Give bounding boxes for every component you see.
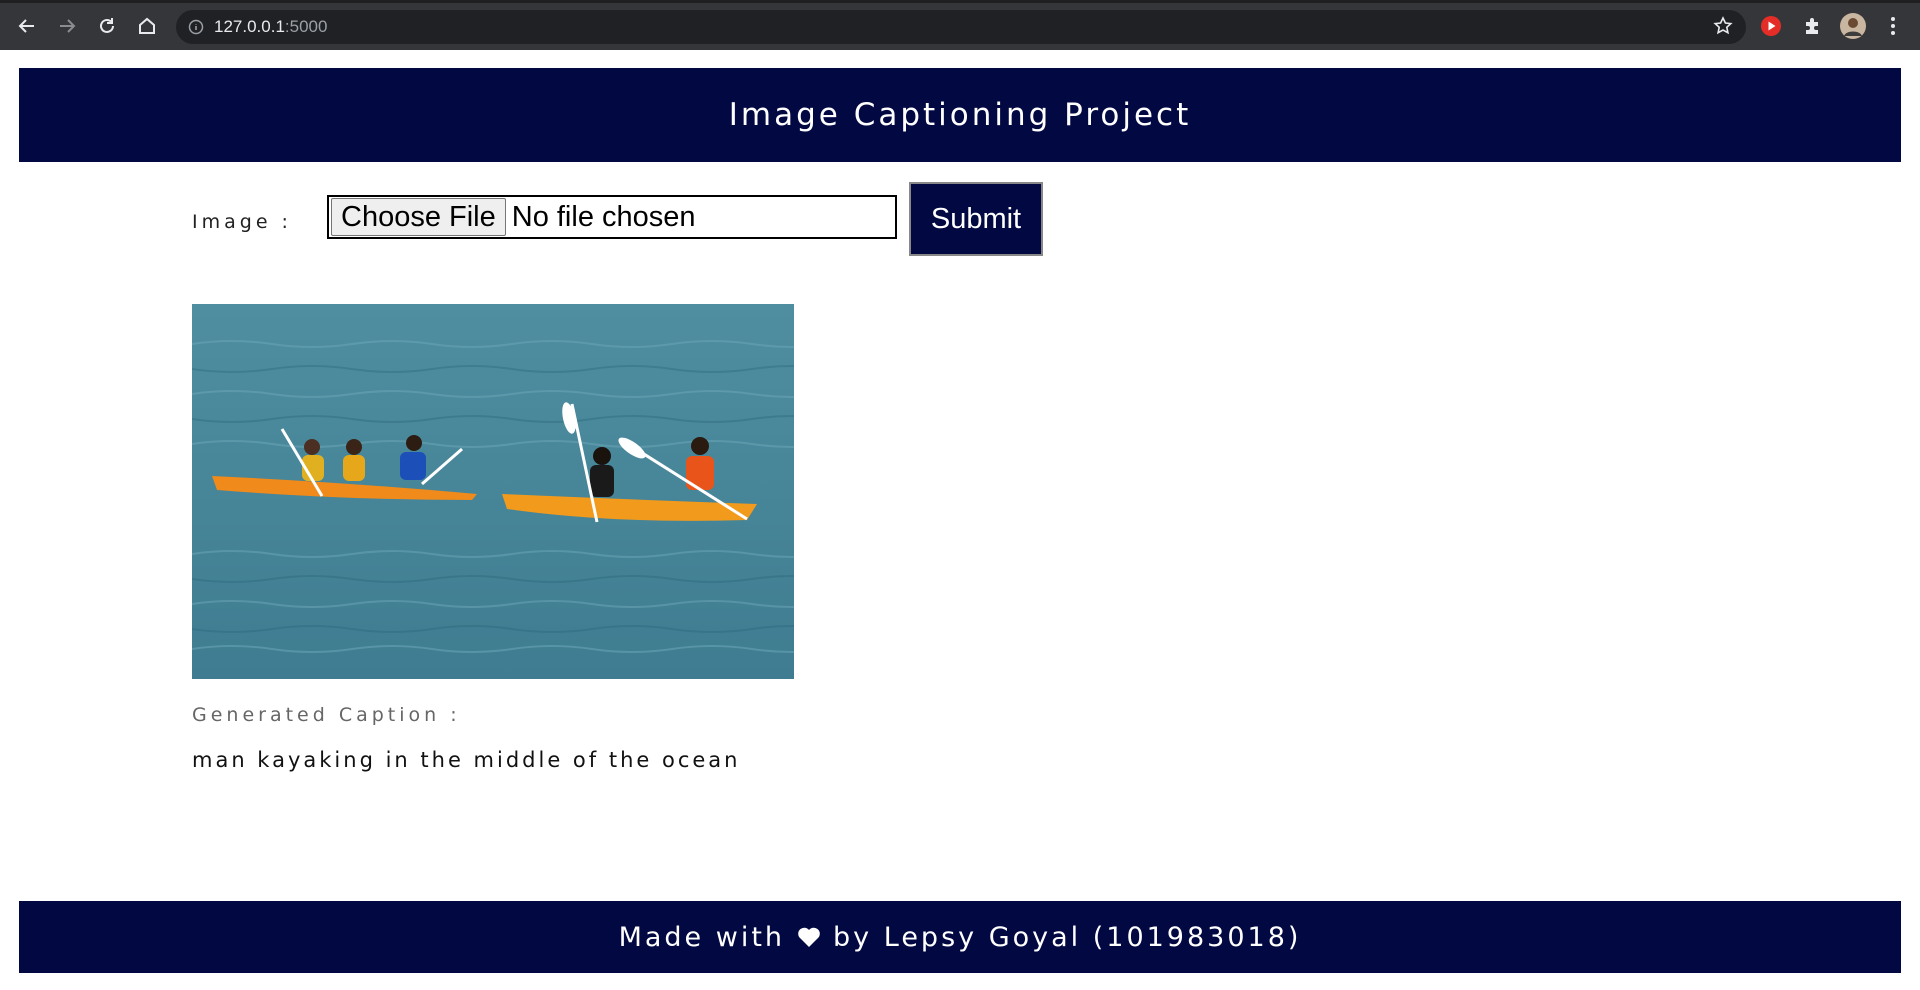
submit-button[interactable]: Submit bbox=[909, 182, 1043, 256]
generated-caption: man kayaking in the middle of the ocean bbox=[192, 748, 741, 772]
footer-text-before: Made with bbox=[618, 921, 786, 953]
heart-icon bbox=[798, 927, 820, 947]
extensions-button[interactable] bbox=[1797, 11, 1827, 41]
profile-avatar bbox=[1840, 13, 1866, 39]
youtube-extension-icon bbox=[1761, 16, 1781, 36]
image-label: Image : bbox=[192, 211, 292, 233]
browser-toolbar: 127.0.0.1:5000 bbox=[0, 0, 1920, 50]
kayak-photo bbox=[192, 304, 794, 679]
forward-button[interactable] bbox=[52, 11, 82, 41]
star-icon bbox=[1713, 16, 1733, 35]
reload-button[interactable] bbox=[92, 11, 122, 41]
youtube-extension-button[interactable] bbox=[1756, 11, 1786, 41]
page-footer: Made with by Lepsy Goyal (101983018) bbox=[19, 901, 1901, 973]
choose-file-button[interactable]: Choose File bbox=[331, 198, 506, 236]
uploaded-image bbox=[192, 304, 794, 679]
extensions-icon bbox=[1806, 18, 1818, 34]
forward-icon bbox=[60, 19, 76, 33]
back-icon bbox=[18, 19, 34, 33]
page-title: Image Captioning Project bbox=[728, 97, 1192, 133]
profile-button[interactable] bbox=[1838, 11, 1868, 41]
info-icon bbox=[188, 19, 204, 35]
bookmark-button[interactable] bbox=[1708, 11, 1738, 41]
back-button[interactable] bbox=[12, 11, 42, 41]
caption-label: Generated Caption : bbox=[192, 704, 461, 726]
address-bar[interactable]: 127.0.0.1:5000 bbox=[176, 10, 1746, 44]
url-host: 127.0.0.1 bbox=[214, 17, 285, 36]
footer-text-after: by Lepsy Goyal (101983018) bbox=[833, 921, 1302, 953]
home-button[interactable] bbox=[132, 11, 162, 41]
page-header: Image Captioning Project bbox=[19, 68, 1901, 162]
menu-button[interactable] bbox=[1878, 11, 1908, 41]
file-input[interactable]: Choose File No file chosen bbox=[327, 195, 897, 239]
reload-icon bbox=[100, 18, 114, 33]
file-status-text: No file chosen bbox=[511, 200, 696, 233]
menu-icon bbox=[1891, 17, 1895, 35]
url-port: :5000 bbox=[284, 17, 328, 36]
home-icon bbox=[139, 17, 155, 34]
